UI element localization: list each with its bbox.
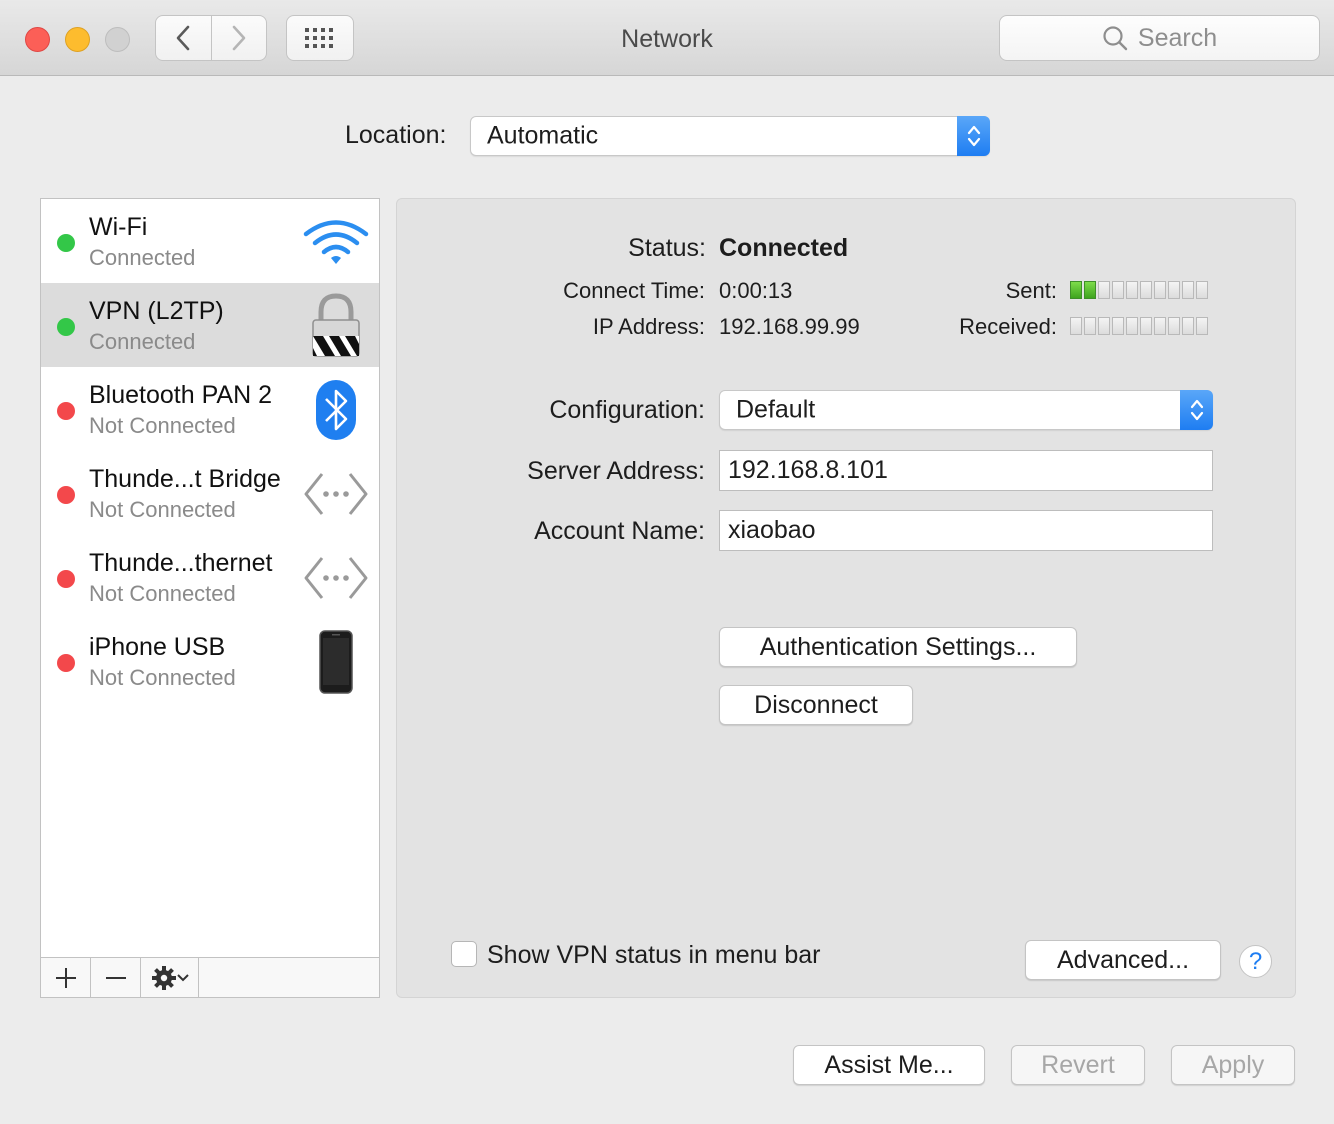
service-status: Connected [89, 245, 196, 270]
show-vpn-status-checkbox[interactable] [451, 941, 477, 967]
ip-address-label: IP Address: [592, 314, 705, 339]
chevron-down-icon [176, 973, 189, 981]
location-popup[interactable]: Automatic [470, 116, 990, 156]
account-name-field[interactable]: xiaobao [719, 510, 1213, 551]
configuration-popup[interactable]: Default [719, 390, 1213, 430]
revert-button[interactable]: Revert [1011, 1045, 1145, 1085]
vpn-lock-icon [301, 291, 371, 361]
wifi-icon [301, 207, 371, 277]
service-item-wifi[interactable]: Wi-Fi Connected [41, 199, 379, 283]
service-item-vpn[interactable]: VPN (L2TP) Connected [41, 283, 379, 367]
sent-label: Sent: [1005, 278, 1057, 303]
meter-segment [1112, 281, 1124, 299]
account-name-label: Account Name: [534, 517, 705, 545]
bluetooth-icon [301, 375, 371, 445]
ethernet-icon [301, 459, 371, 529]
location-value: Automatic [487, 121, 599, 150]
status-dot [57, 318, 75, 336]
meter-segment [1154, 317, 1166, 335]
service-name: Wi-Fi [89, 213, 148, 241]
received-activity-meter [1070, 317, 1208, 335]
status-label: Status: [628, 234, 706, 262]
status-dot [57, 402, 75, 420]
advanced-button[interactable]: Advanced... [1025, 940, 1221, 980]
sent-activity-meter [1070, 281, 1208, 299]
help-button[interactable]: ? [1239, 945, 1272, 978]
gear-icon [151, 965, 176, 990]
status-dot [57, 234, 75, 252]
title-bar: Network Search [0, 0, 1334, 76]
meter-segment [1154, 281, 1166, 299]
server-address-label: Server Address: [527, 457, 705, 485]
search-icon [1103, 26, 1128, 51]
authentication-settings-button[interactable]: Authentication Settings... [719, 627, 1077, 667]
received-label: Received: [959, 314, 1057, 339]
meter-segment [1168, 281, 1180, 299]
meter-segment [1112, 317, 1124, 335]
remove-service-button[interactable] [91, 958, 141, 997]
server-address-field[interactable]: 192.168.8.101 [719, 450, 1213, 491]
minus-icon [105, 976, 126, 979]
search-placeholder: Search [1137, 23, 1218, 52]
meter-segment [1196, 281, 1208, 299]
meter-segment [1098, 281, 1110, 299]
service-status: Not Connected [89, 581, 236, 606]
add-service-button[interactable] [41, 958, 91, 997]
meter-segment [1084, 281, 1096, 299]
ip-address-value: 192.168.99.99 [719, 314, 860, 339]
meter-segment [1140, 317, 1152, 335]
ethernet-icon [301, 543, 371, 613]
popup-arrows-icon [1180, 390, 1213, 430]
status-dot [57, 654, 75, 672]
disconnect-button[interactable]: Disconnect [719, 685, 913, 725]
service-list: Wi-Fi Connected VPN (L2TP) Connected Blu… [40, 198, 380, 998]
status-dot [57, 570, 75, 588]
location-label: Location: [345, 121, 447, 149]
iphone-icon [301, 627, 371, 697]
meter-segment [1126, 317, 1138, 335]
meter-segment [1140, 281, 1152, 299]
configuration-label: Configuration: [549, 396, 705, 424]
meter-segment [1084, 317, 1096, 335]
show-vpn-status-label[interactable]: Show VPN status in menu bar [487, 941, 821, 970]
service-list-toolbar [41, 957, 379, 997]
apply-button[interactable]: Apply [1171, 1045, 1295, 1085]
service-item-thunderbolt-bridge[interactable]: Thunde...t Bridge Not Connected [41, 451, 379, 535]
service-item-iphone-usb[interactable]: iPhone USB Not Connected [41, 619, 379, 703]
network-preferences-window: Network Search Location: Automatic Wi-Fi… [0, 0, 1334, 1124]
status-value: Connected [719, 234, 849, 262]
search-field[interactable]: Search [999, 15, 1320, 61]
meter-segment [1098, 317, 1110, 335]
popup-arrows-icon [957, 116, 990, 156]
meter-segment [1070, 281, 1082, 299]
service-item-bluetooth-pan[interactable]: Bluetooth PAN 2 Not Connected [41, 367, 379, 451]
service-name: Bluetooth PAN 2 [89, 381, 272, 409]
meter-segment [1070, 317, 1082, 335]
service-name: VPN (L2TP) [89, 297, 224, 325]
service-status: Connected [89, 329, 196, 354]
service-name: Thunde...t Bridge [89, 465, 281, 493]
service-status: Not Connected [89, 413, 236, 438]
meter-segment [1196, 317, 1208, 335]
plus-icon [55, 967, 76, 988]
connect-time-label: Connect Time: [563, 278, 705, 303]
service-status: Not Connected [89, 665, 236, 690]
configuration-value: Default [736, 395, 816, 424]
meter-segment [1182, 281, 1194, 299]
assist-me-button[interactable]: Assist Me... [793, 1045, 985, 1085]
meter-segment [1126, 281, 1138, 299]
meter-segment [1182, 317, 1194, 335]
service-status: Not Connected [89, 497, 236, 522]
action-menu-button[interactable] [141, 958, 199, 997]
status-dot [57, 486, 75, 504]
meter-segment [1168, 317, 1180, 335]
service-item-thunderbolt-ethernet[interactable]: Thunde...thernet Not Connected [41, 535, 379, 619]
service-name: Thunde...thernet [89, 549, 273, 577]
connect-time-value: 0:00:13 [719, 278, 793, 303]
service-name: iPhone USB [89, 633, 226, 661]
